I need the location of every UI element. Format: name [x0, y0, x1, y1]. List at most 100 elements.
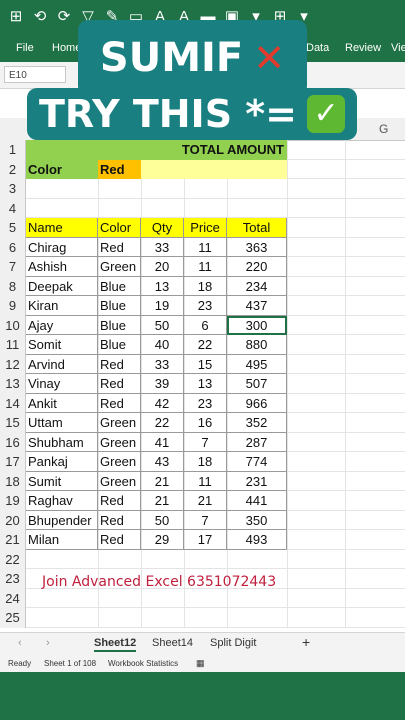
total-cell[interactable]: 966: [227, 393, 287, 413]
color-cell[interactable]: Red: [98, 393, 141, 413]
qty-cell[interactable]: 33: [141, 354, 184, 374]
price-cell[interactable]: 16: [184, 413, 227, 433]
price-cell[interactable]: 15: [184, 354, 227, 374]
price-cell[interactable]: 21: [184, 491, 227, 511]
total-cell[interactable]: 234: [227, 276, 287, 296]
price-cell[interactable]: 17: [184, 530, 227, 550]
row-number[interactable]: 7: [0, 257, 26, 277]
row-number[interactable]: 17: [0, 452, 26, 472]
tab-view[interactable]: Vie: [391, 42, 405, 54]
row-number[interactable]: 22: [0, 549, 26, 569]
row-number[interactable]: 1: [0, 140, 26, 160]
total-cell[interactable]: 437: [227, 296, 287, 316]
price-cell[interactable]: 7: [184, 510, 227, 530]
name-cell[interactable]: Bhupender: [26, 510, 98, 530]
tab-file[interactable]: File: [16, 42, 34, 54]
price-cell[interactable]: 22: [184, 335, 227, 355]
name-cell[interactable]: Ajay: [26, 315, 98, 335]
qty-cell[interactable]: 29: [141, 530, 184, 550]
price-cell[interactable]: 11: [184, 257, 227, 277]
tab-sheet12[interactable]: Sheet12: [94, 637, 137, 652]
tab-sheet14[interactable]: Sheet14: [152, 637, 193, 649]
total-cell[interactable]: 441: [227, 491, 287, 511]
color-cell[interactable]: Red: [98, 237, 141, 257]
tab-data[interactable]: Data: [306, 42, 329, 54]
row-number[interactable]: 16: [0, 432, 26, 452]
total-cell[interactable]: 774: [227, 452, 287, 472]
qty-cell[interactable]: 21: [141, 471, 184, 491]
qty-cell[interactable]: 22: [141, 413, 184, 433]
qty-cell[interactable]: 20: [141, 257, 184, 277]
row-number[interactable]: 11: [0, 335, 26, 355]
total-cell[interactable]: 507: [227, 374, 287, 394]
color-cell[interactable]: Blue: [98, 276, 141, 296]
table-header-cell[interactable]: Qty: [141, 218, 184, 238]
qty-cell[interactable]: 39: [141, 374, 184, 394]
tab-review[interactable]: Review: [345, 42, 381, 54]
qty-cell[interactable]: 40: [141, 335, 184, 355]
row-number[interactable]: 15: [0, 413, 26, 433]
qty-cell[interactable]: 50: [141, 510, 184, 530]
color-cell[interactable]: Green: [98, 257, 141, 277]
row-number[interactable]: 12: [0, 354, 26, 374]
qty-cell[interactable]: 42: [141, 393, 184, 413]
total-cell[interactable]: 287: [227, 432, 287, 452]
name-cell[interactable]: Arvind: [26, 354, 98, 374]
row-number[interactable]: 4: [0, 198, 26, 218]
name-cell[interactable]: Somit: [26, 335, 98, 355]
name-box[interactable]: E10: [4, 66, 66, 83]
color-cell[interactable]: Red: [98, 510, 141, 530]
color-cell[interactable]: Red: [98, 491, 141, 511]
add-sheet-button[interactable]: +: [302, 634, 310, 650]
total-cell[interactable]: 231: [227, 471, 287, 491]
accessibility-icon[interactable]: ▦: [196, 658, 205, 669]
total-cell[interactable]: 350: [227, 510, 287, 530]
qty-cell[interactable]: 33: [141, 237, 184, 257]
name-cell[interactable]: Raghav: [26, 491, 98, 511]
table-header-cell[interactable]: Total: [227, 218, 287, 238]
result-cell[interactable]: [141, 159, 287, 179]
name-cell[interactable]: Ankit: [26, 393, 98, 413]
qty-cell[interactable]: 43: [141, 452, 184, 472]
row-number[interactable]: 5: [0, 218, 26, 238]
price-cell[interactable]: 18: [184, 276, 227, 296]
row-number[interactable]: 3: [0, 179, 26, 199]
total-cell[interactable]: 495: [227, 354, 287, 374]
price-cell[interactable]: 18: [184, 452, 227, 472]
name-cell[interactable]: Vinay: [26, 374, 98, 394]
total-cell[interactable]: 220: [227, 257, 287, 277]
price-cell[interactable]: 11: [184, 237, 227, 257]
qty-cell[interactable]: 19: [141, 296, 184, 316]
name-cell[interactable]: Chirag: [26, 237, 98, 257]
price-cell[interactable]: 11: [184, 471, 227, 491]
row-number[interactable]: 9: [0, 296, 26, 316]
name-cell[interactable]: Milan: [26, 530, 98, 550]
color-cell[interactable]: Green: [98, 471, 141, 491]
column-letter-g[interactable]: G: [379, 122, 388, 136]
quick-access-icon[interactable]: ⟳: [54, 0, 74, 34]
color-label-cell[interactable]: Color: [26, 159, 98, 179]
total-cell[interactable]: 880: [227, 335, 287, 355]
tab-split-digit[interactable]: Split Digit: [210, 637, 256, 649]
color-cell[interactable]: Red: [98, 530, 141, 550]
row-number[interactable]: 20: [0, 510, 26, 530]
price-cell[interactable]: 7: [184, 432, 227, 452]
name-cell[interactable]: Kiran: [26, 296, 98, 316]
qty-cell[interactable]: 41: [141, 432, 184, 452]
color-cell[interactable]: Blue: [98, 296, 141, 316]
row-number[interactable]: 24: [0, 588, 26, 608]
name-cell[interactable]: Shubham: [26, 432, 98, 452]
qty-cell[interactable]: 13: [141, 276, 184, 296]
color-cell[interactable]: Red: [98, 354, 141, 374]
color-criteria-cell[interactable]: Red: [98, 159, 141, 179]
row-number[interactable]: 19: [0, 491, 26, 511]
name-cell[interactable]: Sumit: [26, 471, 98, 491]
quick-access-icon[interactable]: ⟲: [30, 0, 50, 34]
row-number[interactable]: 2: [0, 159, 26, 179]
table-header-cell[interactable]: Price: [184, 218, 227, 238]
color-cell[interactable]: Red: [98, 374, 141, 394]
row-number[interactable]: 8: [0, 276, 26, 296]
total-cell[interactable]: 363: [227, 237, 287, 257]
total-cell[interactable]: 300: [227, 315, 287, 335]
total-cell[interactable]: 352: [227, 413, 287, 433]
